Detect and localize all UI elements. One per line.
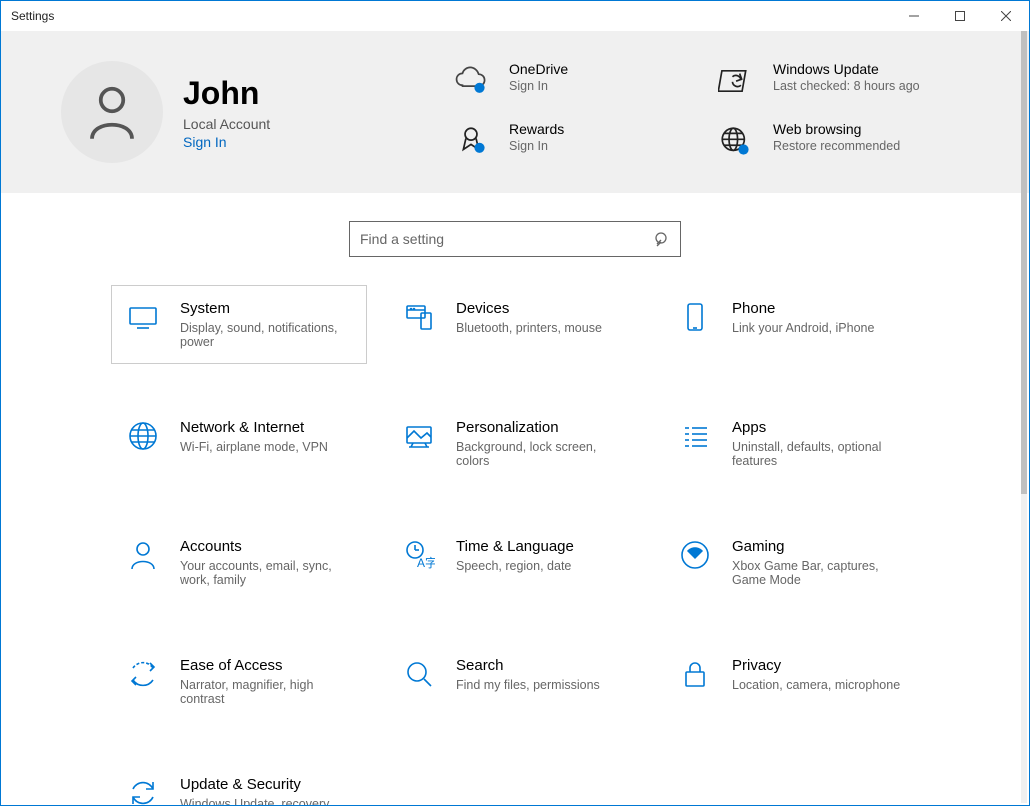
category-title: Search xyxy=(456,657,600,674)
category-title: System xyxy=(180,300,350,317)
category-sub: Speech, region, date xyxy=(456,559,574,573)
system-icon xyxy=(126,300,160,334)
tile-sub: Sign In xyxy=(509,79,568,93)
account-name: John xyxy=(183,75,270,112)
categories-grid: System Display, sound, notifications, pow… xyxy=(1,285,1029,806)
search-box[interactable] xyxy=(349,221,681,257)
avatar xyxy=(61,61,163,163)
account-block[interactable]: John Local Account Sign In xyxy=(61,61,401,163)
category-title: Update & Security xyxy=(180,776,350,793)
svg-text:A字: A字 xyxy=(417,555,435,570)
category-ease[interactable]: Ease of Access Narrator, magnifier, high … xyxy=(111,642,367,721)
category-title: Apps xyxy=(732,419,902,436)
account-type: Local Account xyxy=(183,116,270,132)
category-sub: Background, lock screen, colors xyxy=(456,440,626,468)
category-title: Privacy xyxy=(732,657,900,674)
category-update[interactable]: Update & Security Windows Update, recover… xyxy=(111,761,367,806)
category-sub: Find my files, permissions xyxy=(456,678,600,692)
rewards-icon xyxy=(451,121,491,161)
search-icon xyxy=(654,231,670,247)
category-sub: Uninstall, defaults, optional features xyxy=(732,440,902,468)
category-sub: Narrator, magnifier, high contrast xyxy=(180,678,350,706)
tile-title: Web browsing xyxy=(773,121,900,137)
titlebar: Settings xyxy=(1,1,1029,31)
tile-sub: Restore recommended xyxy=(773,139,900,153)
close-button[interactable] xyxy=(983,1,1029,31)
tile-rewards[interactable]: Rewards Sign In xyxy=(451,121,705,163)
category-title: Network & Internet xyxy=(180,419,328,436)
update-icon xyxy=(715,61,755,101)
category-gaming[interactable]: Gaming Xbox Game Bar, captures, Game Mode xyxy=(663,523,919,602)
category-accounts[interactable]: Accounts Your accounts, email, sync, work… xyxy=(111,523,367,602)
gaming-icon xyxy=(678,538,712,572)
tile-web-browsing[interactable]: Web browsing Restore recommended xyxy=(715,121,969,163)
category-sub: Xbox Game Bar, captures, Game Mode xyxy=(732,559,902,587)
category-title: Gaming xyxy=(732,538,902,555)
window-controls xyxy=(891,1,1029,31)
window-title: Settings xyxy=(11,9,54,23)
category-title: Time & Language xyxy=(456,538,574,555)
category-sub: Bluetooth, printers, mouse xyxy=(456,321,602,335)
account-signin-link[interactable]: Sign In xyxy=(183,134,270,150)
category-system[interactable]: System Display, sound, notifications, pow… xyxy=(111,285,367,364)
tile-sub: Sign In xyxy=(509,139,564,153)
category-sub: Your accounts, email, sync, work, family xyxy=(180,559,350,587)
tile-title: Rewards xyxy=(509,121,564,137)
category-title: Personalization xyxy=(456,419,626,436)
ease-icon xyxy=(126,657,160,691)
category-title: Accounts xyxy=(180,538,350,555)
category-devices[interactable]: Devices Bluetooth, printers, mouse xyxy=(387,285,643,364)
tile-onedrive[interactable]: OneDrive Sign In xyxy=(451,61,705,103)
category-search[interactable]: Search Find my files, permissions xyxy=(387,642,643,721)
category-time[interactable]: A字 Time & Language Speech, region, date xyxy=(387,523,643,602)
category-sub: Display, sound, notifications, power xyxy=(180,321,350,349)
update-icon xyxy=(126,776,160,806)
time-icon: A字 xyxy=(402,538,436,572)
devices-icon xyxy=(402,300,436,334)
category-sub: Link your Android, iPhone xyxy=(732,321,874,335)
accounts-icon xyxy=(126,538,160,572)
tile-title: Windows Update xyxy=(773,61,920,77)
category-phone[interactable]: Phone Link your Android, iPhone xyxy=(663,285,919,364)
category-sub: Location, camera, microphone xyxy=(732,678,900,692)
search-icon xyxy=(402,657,436,691)
header-area: John Local Account Sign In OneDrive Sign… xyxy=(1,31,1029,193)
tile-title: OneDrive xyxy=(509,61,568,77)
tile-sub: Last checked: 8 hours ago xyxy=(773,79,920,93)
scrollbar-thumb[interactable] xyxy=(1021,31,1027,494)
scrollbar[interactable] xyxy=(1021,31,1027,803)
minimize-button[interactable] xyxy=(891,1,937,31)
maximize-button[interactable] xyxy=(937,1,983,31)
onedrive-icon xyxy=(451,61,491,101)
privacy-icon xyxy=(678,657,712,691)
category-sub: Windows Update, recovery, backup xyxy=(180,797,350,806)
category-title: Devices xyxy=(456,300,602,317)
category-title: Phone xyxy=(732,300,874,317)
network-icon xyxy=(126,419,160,453)
personalization-icon xyxy=(402,419,436,453)
search-input[interactable] xyxy=(360,231,654,247)
phone-icon xyxy=(678,300,712,334)
apps-icon xyxy=(678,419,712,453)
tile-windows-update[interactable]: Windows Update Last checked: 8 hours ago xyxy=(715,61,969,103)
globe-icon xyxy=(715,121,755,161)
category-title: Ease of Access xyxy=(180,657,350,674)
category-personalization[interactable]: Personalization Background, lock screen, … xyxy=(387,404,643,483)
category-network[interactable]: Network & Internet Wi-Fi, airplane mode, … xyxy=(111,404,367,483)
category-sub: Wi-Fi, airplane mode, VPN xyxy=(180,440,328,454)
category-apps[interactable]: Apps Uninstall, defaults, optional featur… xyxy=(663,404,919,483)
search-row xyxy=(1,193,1029,285)
category-privacy[interactable]: Privacy Location, camera, microphone xyxy=(663,642,919,721)
